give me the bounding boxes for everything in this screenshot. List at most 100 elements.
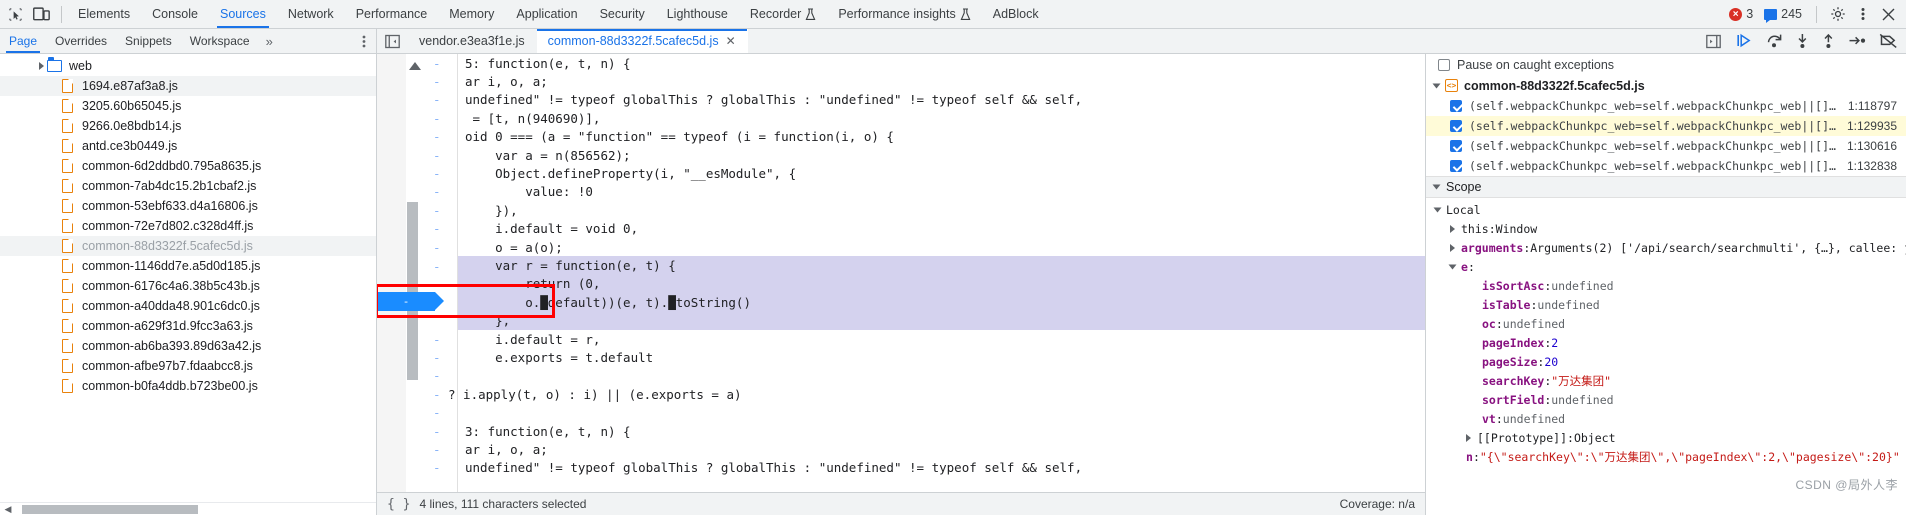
scope-entry[interactable]: sortField : undefined (1426, 390, 1906, 409)
code-line[interactable]: - ar i, o, a; (377, 440, 1425, 458)
scope-local-row[interactable]: Local (1426, 200, 1906, 219)
expand-arrow-icon[interactable] (0, 62, 47, 70)
code-line[interactable]: - var a = n(856562); (377, 146, 1425, 164)
code-line[interactable]: - (377, 404, 1425, 422)
gear-icon[interactable] (1827, 3, 1849, 25)
tab-console[interactable]: Console (141, 0, 209, 28)
pause-on-caught-exceptions-row[interactable]: Pause on caught exceptions (1426, 54, 1906, 75)
scrollbar-thumb[interactable] (22, 504, 198, 514)
breakpoint-checkbox[interactable] (1450, 100, 1462, 112)
code-line[interactable]: - (377, 367, 1425, 385)
tab-sources[interactable]: Sources (209, 0, 277, 28)
chevron-down-icon[interactable] (1432, 83, 1441, 88)
nav-tab-page[interactable]: Page (0, 29, 46, 53)
editor-tab-common[interactable]: common-88d3322f.5cafec5d.js ✕ (536, 29, 748, 53)
pause-on-caught-checkbox[interactable] (1438, 58, 1450, 71)
scope-entry[interactable]: oc : undefined (1426, 314, 1906, 333)
tree-item-file[interactable]: common-6176c4a6.38b5c43b.js (0, 276, 376, 296)
breakpoint-row[interactable]: (self.webpackChunkpc_web=self.webpackChu… (1426, 96, 1906, 116)
tree-item-file[interactable]: common-a40dda48.901c6dc0.js (0, 296, 376, 316)
code-line[interactable]: - i.default = r, (377, 330, 1425, 348)
breakpoint-marker[interactable]: - (377, 292, 444, 311)
scope-entry[interactable]: arguments : Arguments(2) ['/api/search/s… (1426, 238, 1906, 257)
tree-item-file[interactable]: antd.ce3b0449.js (0, 136, 376, 156)
nav-tab-workspace[interactable]: Workspace (181, 29, 259, 53)
code-line[interactable]: - (377, 257, 1425, 275)
code-line[interactable]: - 3: function(e, t, n) { (377, 422, 1425, 440)
tree-item-file-selected[interactable]: common-88d3322f.5cafec5d.js (0, 236, 376, 256)
editor-tab-vendor[interactable]: vendor.e3ea3f1e.js (408, 29, 537, 53)
tree-item-file[interactable]: 3205.60b65045.js (0, 96, 376, 116)
tree-item-file[interactable]: common-afbe97b7.fdaabcc8.js (0, 356, 376, 376)
breakpoint-row[interactable]: (self.webpackChunkpc_web=self.webpackChu… (1426, 156, 1906, 176)
step-icon[interactable] (1848, 33, 1866, 49)
tab-application[interactable]: Application (505, 0, 588, 28)
tree-item-file[interactable]: common-ab6ba393.89d63a42.js (0, 336, 376, 356)
deactivate-breakpoints-icon[interactable] (1879, 33, 1898, 49)
code-line[interactable]: -? i.apply(t, o) : i) || (e.exports = a) (377, 385, 1425, 403)
error-count-badge[interactable]: × 3 (1725, 7, 1757, 21)
scope-entry[interactable]: searchKey : "万达集团" (1426, 371, 1906, 390)
tab-elements[interactable]: Elements (67, 0, 141, 28)
code-line-selected[interactable]: }, (458, 311, 1425, 330)
inspect-icon[interactable] (8, 7, 23, 22)
tree-item-file[interactable]: common-1146dd7e.a5d0d185.js (0, 256, 376, 276)
nav-more-tabs-icon[interactable]: » (259, 29, 280, 53)
scope-entry[interactable]: isSortAsc : undefined (1426, 276, 1906, 295)
tree-item-web[interactable]: web (0, 56, 376, 76)
code-line[interactable]: - undefined" != typeof globalThis ? globa… (377, 91, 1425, 109)
chevron-down-icon[interactable] (1432, 184, 1441, 190)
code-line-selected[interactable]: return (0, (458, 274, 1425, 294)
code-line-selected[interactable]: o.█default))(e, t).█toString() (458, 293, 1425, 312)
nav-tab-overrides[interactable]: Overrides (46, 29, 116, 53)
nav-tab-snippets[interactable]: Snippets (116, 29, 181, 53)
chevron-right-icon[interactable] (1450, 224, 1455, 233)
code-line[interactable]: - i.default = void 0, (377, 220, 1425, 238)
code-line[interactable]: - e.exports = t.default (377, 348, 1425, 366)
tree-item-file[interactable]: common-b0fa4ddb.b723be00.js (0, 376, 376, 396)
code-line[interactable]: - ar i, o, a; (377, 72, 1425, 90)
navigator-horizontal-scrollbar[interactable]: ◀ (0, 502, 376, 515)
chevron-down-icon[interactable] (1433, 207, 1442, 212)
tree-item-file[interactable]: common-53ebf633.d4a16806.js (0, 196, 376, 216)
breakpoint-group-header[interactable]: <> common-88d3322f.5cafec5d.js (1426, 75, 1906, 96)
close-icon[interactable] (1877, 3, 1899, 25)
close-icon[interactable]: ✕ (726, 34, 736, 48)
show-debugger-sidebar-icon[interactable] (1696, 34, 1729, 49)
tab-security[interactable]: Security (589, 0, 656, 28)
breakpoint-checkbox[interactable] (1450, 160, 1462, 172)
step-into-icon[interactable] (1796, 33, 1809, 49)
code-editor[interactable]: - 5: function(e, t, n) { - ar i, o, a; - un… (377, 54, 1425, 492)
code-line[interactable]: - Object.defineProperty(i, "__esModule",… (377, 164, 1425, 182)
navigator-kebab-icon[interactable] (352, 29, 376, 53)
tree-item-file[interactable]: common-a629f31d.9fcc3a63.js (0, 316, 376, 336)
scope-entry[interactable]: vt : undefined (1426, 409, 1906, 428)
code-line[interactable]: - value: !0 (377, 183, 1425, 201)
message-count-badge[interactable]: 245 (1760, 7, 1806, 23)
tab-adblock[interactable]: AdBlock (982, 0, 1050, 28)
device-toolbar-icon[interactable] (33, 7, 50, 21)
tree-item-file[interactable]: 9266.0e8bdb14.js (0, 116, 376, 136)
scope-entry[interactable]: e : (1426, 257, 1906, 276)
step-over-icon[interactable] (1766, 33, 1783, 49)
tab-network[interactable]: Network (277, 0, 345, 28)
step-out-icon[interactable] (1822, 33, 1835, 49)
kebab-icon[interactable] (1852, 3, 1874, 25)
scope-entry[interactable]: isTable : undefined (1426, 295, 1906, 314)
breakpoint-checkbox[interactable] (1450, 140, 1462, 152)
breakpoint-row[interactable]: (self.webpackChunkpc_web=self.webpackChu… (1426, 136, 1906, 156)
show-navigator-icon[interactable] (377, 29, 408, 53)
breakpoint-row-active[interactable]: (self.webpackChunkpc_web=self.webpackChu… (1426, 116, 1906, 136)
tree-item-file[interactable]: common-72e7d802.c328d4ff.js (0, 216, 376, 236)
scope-entry[interactable]: [[Prototype]] : Object (1426, 428, 1906, 447)
code-line[interactable]: - undefined" != typeof globalThis ? globa… (377, 459, 1425, 477)
code-line[interactable]: - o = a(o); (377, 238, 1425, 256)
scope-section-header[interactable]: Scope (1426, 176, 1906, 198)
resume-icon[interactable] (1736, 33, 1753, 49)
tree-item-file[interactable]: common-6d2ddbd0.795a8635.js (0, 156, 376, 176)
tab-performance[interactable]: Performance (345, 0, 439, 28)
code-line[interactable]: - oid 0 === (a = "function" == typeof (i … (377, 128, 1425, 146)
breakpoint-checkbox[interactable] (1450, 120, 1462, 132)
tab-memory[interactable]: Memory (438, 0, 505, 28)
scope-entry[interactable]: n : "{\"searchKey\":\"万达集团\",\"pageIndex… (1426, 447, 1906, 466)
